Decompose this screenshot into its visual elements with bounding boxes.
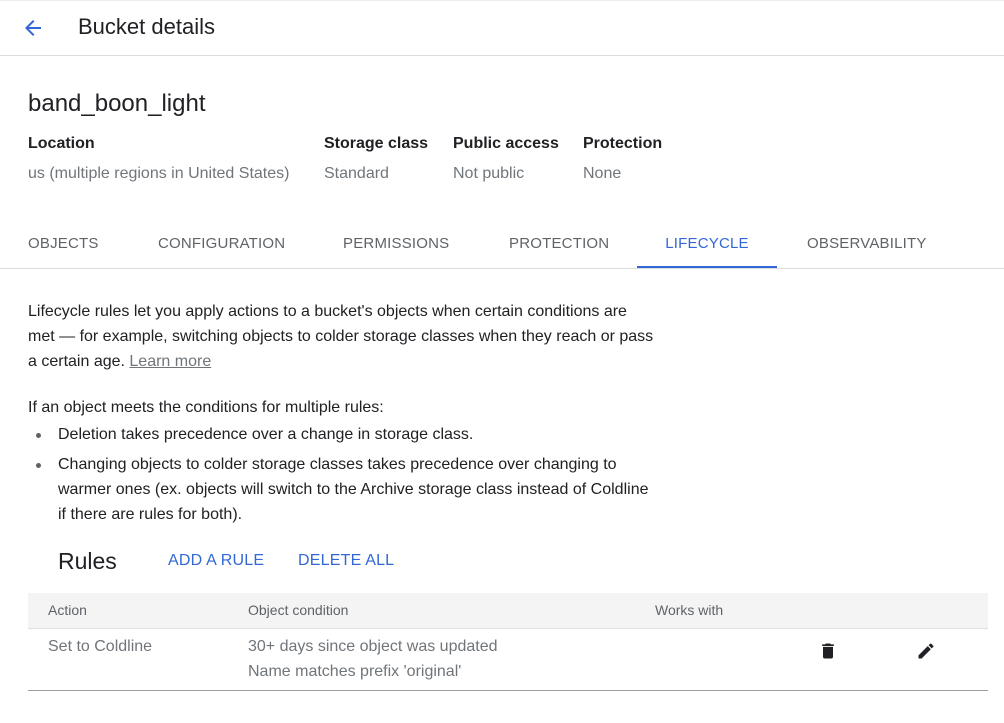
public-access-label: Public access — [453, 135, 559, 152]
tab-bar: OBJECTS CONFIGURATION PERMISSIONS PROTEC… — [0, 224, 1004, 269]
intro-line-text: a certain age. — [28, 353, 125, 370]
intro-line: a certain age. Learn more — [28, 349, 653, 374]
condition-line: 30+ days since object was updated — [248, 638, 498, 655]
tab-observability[interactable]: OBSERVABILITY — [807, 224, 927, 268]
protection-label: Protection — [583, 135, 663, 152]
intro-line: Lifecycle rules let you apply actions to… — [28, 303, 627, 320]
precedence-list: Deletion takes precedence over a change … — [28, 422, 688, 532]
location-value: us (multiple regions in United States) — [28, 165, 290, 182]
table-header: Action Object condition Works with — [28, 593, 988, 629]
intro-line: met — for example, switching objects to … — [28, 328, 654, 345]
delete-all-button[interactable]: DELETE ALL — [298, 552, 394, 570]
tab-permissions[interactable]: PERMISSIONS — [343, 224, 449, 268]
tab-lifecycle[interactable]: LIFECYCLE — [637, 224, 777, 268]
table-row: Set to Coldline 30+ days since object wa… — [28, 629, 988, 691]
rule-action: Set to Coldline — [48, 638, 153, 655]
column-header-condition[interactable]: Object condition — [248, 602, 348, 618]
rules-table: Action Object condition Works with Set t… — [28, 593, 988, 691]
arrow-back-icon[interactable] — [18, 13, 48, 43]
top-bar: Bucket details — [0, 0, 1004, 56]
trash-icon[interactable] — [816, 639, 840, 663]
tab-protection[interactable]: PROTECTION — [509, 224, 609, 268]
storage-class-label: Storage class — [324, 135, 429, 152]
rules-title: Rules — [58, 548, 117, 574]
add-rule-button[interactable]: ADD A RULE — [168, 552, 264, 570]
column-header-action[interactable]: Action — [48, 602, 87, 618]
page-title: Bucket details — [78, 14, 215, 39]
location-label: Location — [28, 135, 95, 152]
lifecycle-intro: Lifecycle rules let you apply actions to… — [28, 299, 653, 374]
bullet-text: Changing objects to colder storage class… — [58, 456, 617, 473]
protection-value: None — [583, 165, 622, 182]
storage-class-value: Standard — [324, 165, 389, 182]
bullet-dot — [36, 433, 41, 438]
tab-objects[interactable]: OBJECTS — [28, 224, 99, 268]
pencil-icon[interactable] — [914, 639, 938, 663]
bullet-text: Deletion takes precedence over a change … — [58, 426, 474, 443]
bullet-text: if there are rules for both). — [58, 506, 243, 523]
list-item: Deletion takes precedence over a change … — [28, 422, 688, 447]
list-item: Changing objects to colder storage class… — [28, 452, 688, 527]
rule-condition: 30+ days since object was updated Name m… — [248, 634, 498, 684]
tab-configuration[interactable]: CONFIGURATION — [158, 224, 285, 268]
bullet-text: warmer ones (ex. objects will switch to … — [58, 481, 649, 498]
condition-line: Name matches prefix 'original' — [248, 663, 462, 680]
multi-rules-heading: If an object meets the conditions for mu… — [28, 399, 384, 416]
bucket-name: band_boon_light — [28, 90, 206, 117]
learn-more-link[interactable]: Learn more — [129, 353, 211, 370]
column-header-works-with[interactable]: Works with — [655, 602, 723, 618]
public-access-value: Not public — [453, 165, 525, 182]
bullet-dot — [36, 463, 41, 468]
